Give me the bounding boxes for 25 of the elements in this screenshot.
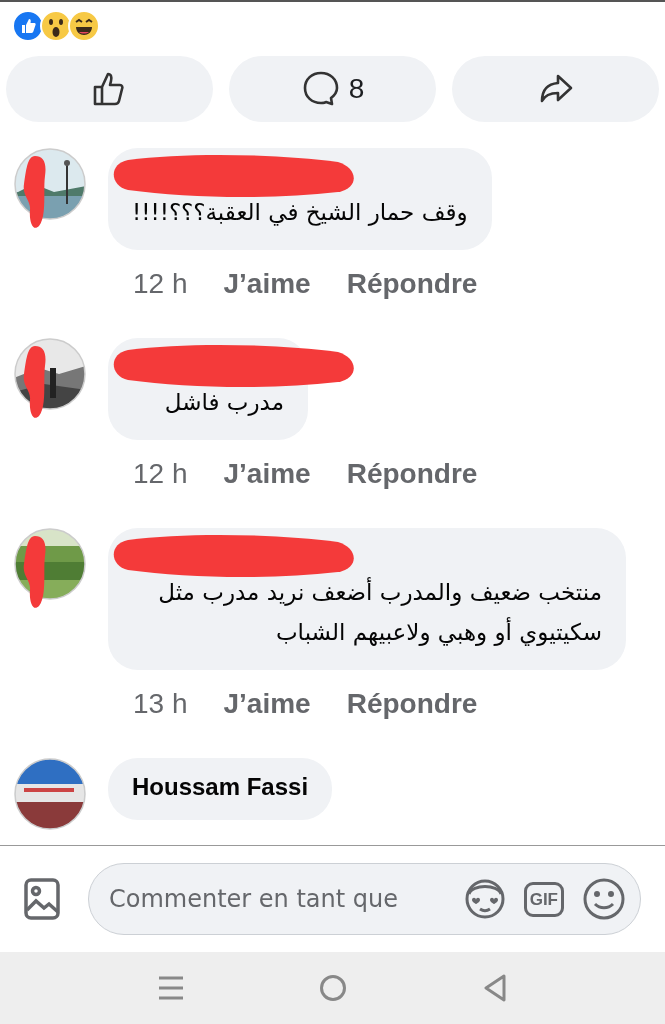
home-icon[interactable] — [319, 974, 348, 1002]
menu-icon[interactable] — [157, 975, 184, 1001]
comment-button[interactable]: 8 — [229, 56, 436, 122]
emoji-icon[interactable] — [582, 877, 626, 921]
comment-time: 12 h — [133, 268, 188, 301]
wow-reaction-icon — [40, 10, 72, 42]
like-reaction-icon — [12, 10, 44, 42]
comment-field[interactable]: Commenter en tant que GIF — [88, 863, 641, 935]
photo-icon[interactable] — [24, 878, 60, 920]
back-icon[interactable] — [483, 974, 508, 1002]
comment-time: 13 h — [133, 688, 188, 721]
comment-time: 12 h — [133, 458, 188, 491]
comment-text: منتخب ضعيف والمدرب أضعف نريد مدرب مثل سكيتيوي أو وهبي ولاعبيهم الشباب — [157, 576, 602, 648]
haha-reaction-icon — [68, 10, 100, 42]
reply-link[interactable]: Répondre — [346, 688, 478, 746]
reply-link[interactable]: Répondre — [346, 458, 478, 516]
gif-button[interactable]: GIF — [523, 881, 564, 917]
commenter-name[interactable]: Houssam Fassi — [132, 773, 309, 800]
like-link[interactable]: J’aime — [223, 688, 311, 746]
reply-link[interactable]: Répondre — [346, 268, 478, 326]
sticker-face-icon[interactable] — [463, 878, 506, 920]
comment-text: وقف حمار الشيخ في العقبة؟؟؟!!!! — [132, 198, 468, 228]
like-link[interactable]: J’aime — [223, 458, 311, 516]
like-link[interactable]: J’aime — [223, 268, 311, 326]
comment-text: مدرب فاشل — [163, 388, 284, 418]
